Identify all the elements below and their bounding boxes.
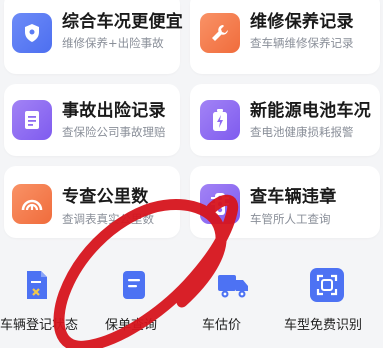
document-icon bbox=[12, 100, 52, 140]
card-subtitle: 查调表真实公里数 bbox=[62, 212, 154, 226]
card-title: 新能源电池车况 bbox=[250, 101, 372, 121]
card-title: 综合车况更便宜 bbox=[62, 12, 184, 32]
service-label: 车辆登记状态 bbox=[0, 318, 79, 333]
service-policy-query[interactable]: 保单查询 bbox=[105, 268, 157, 333]
service-label: 保单查询 bbox=[105, 318, 158, 333]
card-title: 专查公里数 bbox=[62, 187, 149, 207]
card-subtitle: 车管所人工查询 bbox=[250, 212, 331, 226]
card-title: 事故出险记录 bbox=[62, 101, 166, 121]
service-label: 车估价 bbox=[202, 318, 242, 333]
service-vehicle-registration[interactable]: 车辆登记状态 bbox=[0, 268, 78, 333]
card-accident-records[interactable]: 事故出险记录 查保险公司事故理赔 bbox=[4, 84, 180, 156]
card-subtitle: 查保险公司事故理赔 bbox=[62, 125, 166, 139]
service-car-valuation[interactable]: 车估价 bbox=[202, 268, 250, 333]
card-maintenance-records[interactable]: 维修保养记录 查车辆维修保养记录 bbox=[190, 0, 380, 74]
traffic-light-icon bbox=[200, 184, 240, 224]
scan-icon bbox=[310, 268, 344, 302]
battery-icon bbox=[200, 100, 240, 140]
service-model-identification[interactable]: 车型免费识别 bbox=[284, 268, 362, 333]
truck-icon bbox=[216, 268, 250, 302]
card-traffic-violations[interactable]: 查车辆违章 车管所人工查询 bbox=[190, 166, 380, 238]
card-vehicle-condition[interactable]: 综合车况更便宜 维修保养+出险事故 bbox=[4, 0, 184, 74]
card-title: 维修保养记录 bbox=[250, 12, 354, 32]
card-subtitle: 查车辆维修保养记录 bbox=[250, 36, 354, 50]
policy-doc-icon bbox=[117, 268, 151, 302]
card-mileage-check[interactable]: 专查公里数 查调表真实公里数 bbox=[4, 166, 180, 238]
shield-icon bbox=[12, 13, 52, 53]
service-page: 综合车况更便宜 维修保养+出险事故 维修保养记录 查车辆维修保养记录 事故出险记… bbox=[0, 0, 383, 348]
service-label: 车型免费识别 bbox=[284, 318, 363, 333]
card-subtitle: 查电池健康损耗报警 bbox=[250, 125, 354, 139]
registration-doc-icon bbox=[20, 268, 54, 302]
wrench-icon bbox=[200, 13, 240, 53]
card-subtitle: 维修保养+出险事故 bbox=[62, 36, 164, 50]
gauge-icon bbox=[12, 184, 52, 224]
card-title: 查车辆违章 bbox=[250, 187, 337, 207]
card-ev-battery[interactable]: 新能源电池车况 查电池健康损耗报警 bbox=[190, 84, 380, 156]
